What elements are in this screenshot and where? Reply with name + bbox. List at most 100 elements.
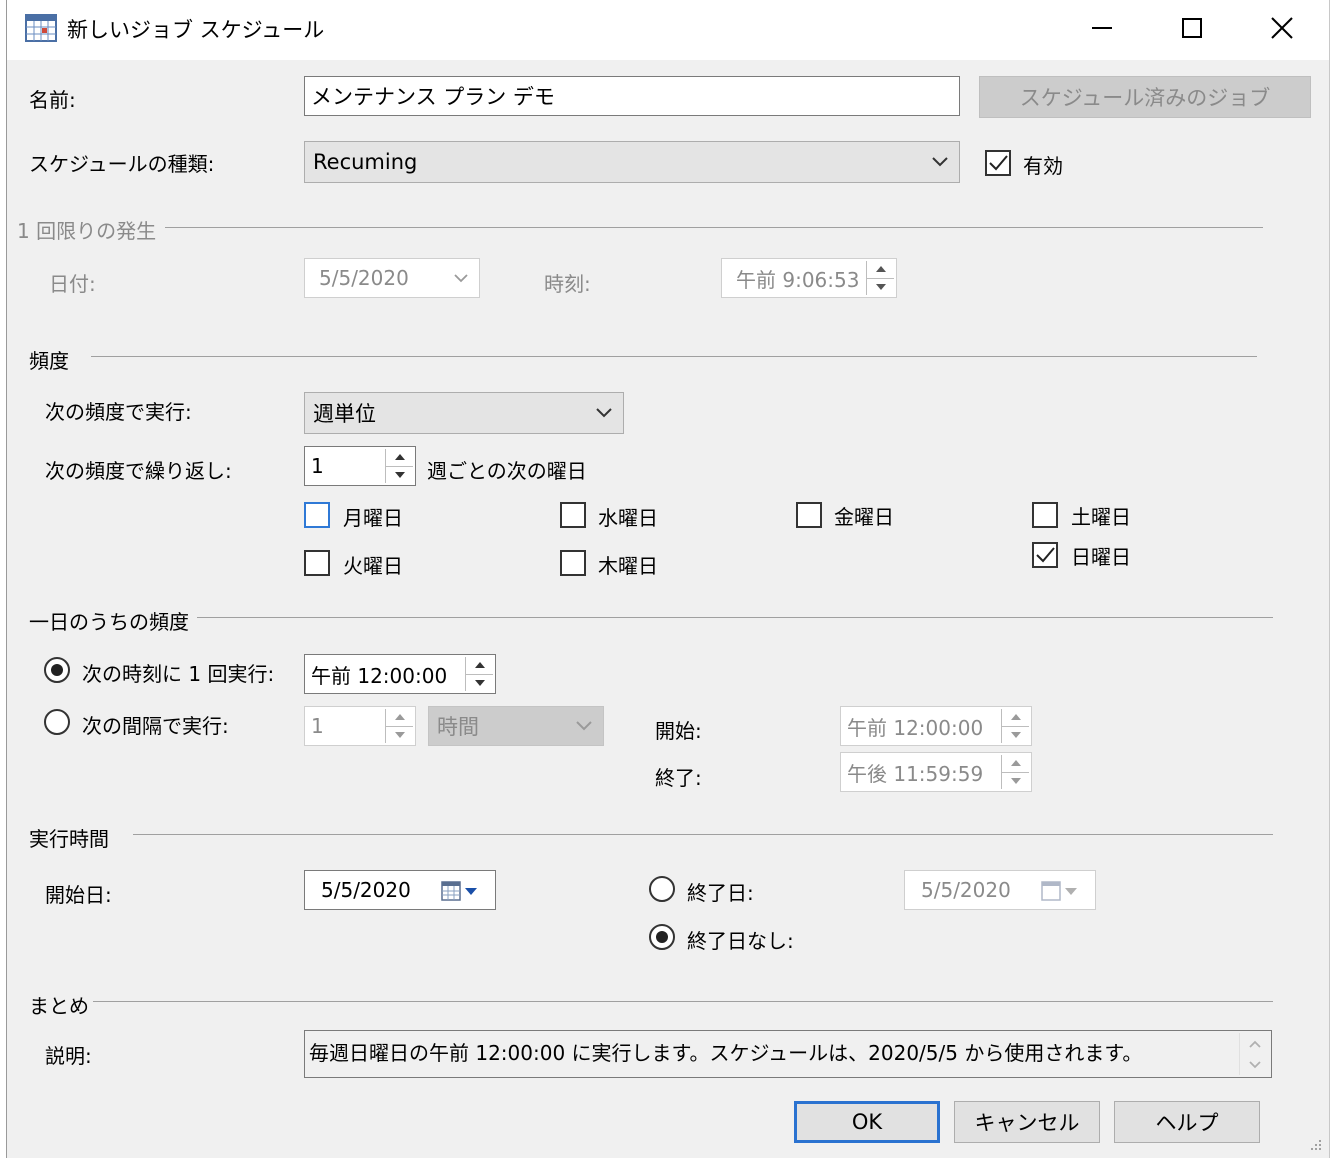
thursday-label: 木曜日 — [598, 554, 658, 578]
occurs-every-unit-value: 時間 — [437, 715, 479, 739]
daily-start-time-input[interactable]: 午前 12:00:00 — [840, 706, 1032, 746]
description-scrollbar[interactable] — [1239, 1033, 1269, 1075]
no-end-date-label: 終了日なし: — [687, 929, 794, 953]
help-button[interactable]: ヘルプ — [1114, 1101, 1260, 1143]
ok-button[interactable]: OK — [794, 1101, 940, 1143]
occurs-every-radio[interactable] — [44, 709, 70, 735]
start-date-picker[interactable]: 5/5/2020 — [304, 870, 496, 910]
time-spinner[interactable] — [465, 657, 493, 691]
end-date-value: 5/5/2020 — [921, 878, 1011, 902]
schedule-type-select[interactable]: Recuming — [304, 141, 960, 183]
sunday-checkbox[interactable] — [1032, 542, 1058, 568]
enabled-checkbox[interactable] — [985, 150, 1011, 176]
start-date-label: 開始日: — [45, 883, 112, 907]
close-button[interactable] — [1259, 8, 1305, 48]
saturday-label: 土曜日 — [1071, 505, 1131, 529]
chevron-down-icon — [932, 157, 948, 167]
checkmark-icon — [1036, 547, 1055, 563]
scroll-up-icon — [1248, 1040, 1261, 1048]
monday-checkbox[interactable] — [304, 502, 330, 528]
no-end-date-radio[interactable] — [649, 924, 675, 950]
recurs-label: 次の頻度で繰り返し: — [45, 459, 232, 483]
recurs-every-value: 1 — [311, 454, 324, 478]
scroll-down-icon — [1248, 1060, 1261, 1068]
minimize-icon — [1092, 27, 1112, 29]
daily-end-time-value: 午後 11:59:59 — [847, 761, 984, 786]
spin-up-icon — [394, 714, 405, 721]
saturday-checkbox[interactable] — [1032, 502, 1058, 528]
chevron-down-icon — [596, 408, 612, 418]
end-date-radio[interactable] — [649, 876, 675, 902]
wednesday-checkbox[interactable] — [560, 502, 586, 528]
description-value: 毎週日曜日の午前 12:00:00 に実行します。スケジュールは、2020/5/… — [309, 1041, 1143, 1065]
spin-down-icon — [394, 471, 405, 478]
interval-spinner[interactable] — [385, 709, 413, 743]
recurs-spinner[interactable] — [385, 449, 413, 483]
cancel-button[interactable]: キャンセル — [954, 1101, 1100, 1143]
occurs-every-unit-select[interactable]: 時間 — [428, 706, 604, 746]
recurs-every-input[interactable]: 1 — [304, 446, 416, 486]
spin-up-icon — [875, 266, 886, 273]
schedule-type-label: スケジュールの種類: — [29, 152, 215, 176]
daily-end-label: 終了: — [655, 766, 702, 790]
time-spinner[interactable] — [866, 261, 894, 295]
time-spinner[interactable] — [1001, 709, 1029, 743]
end-date-picker[interactable]: 5/5/2020 — [904, 870, 1096, 910]
close-icon — [1271, 17, 1293, 39]
occurs-once-time-value: 午前 12:00:00 — [311, 663, 448, 688]
daily-group-title: 一日のうちの頻度 — [29, 610, 189, 634]
name-input[interactable]: メンテナンス プラン デモ — [304, 76, 960, 116]
one-time-time-input[interactable]: 午前 9:06:53 — [721, 258, 897, 298]
one-time-time-label: 時刻: — [544, 272, 591, 296]
duration-group-title: 実行時間 — [29, 827, 109, 851]
sunday-label: 日曜日 — [1071, 545, 1131, 569]
occurs-label: 次の頻度で実行: — [45, 400, 192, 424]
tuesday-checkbox[interactable] — [304, 550, 330, 576]
window-title: 新しいジョブ スケジュール — [67, 18, 325, 42]
one-time-date-picker[interactable]: 5/5/2020 — [304, 258, 480, 298]
daily-start-time-value: 午前 12:00:00 — [847, 715, 984, 740]
occurs-once-radio[interactable] — [44, 657, 70, 683]
recurs-suffix-label: 週ごとの次の曜日 — [427, 459, 587, 483]
friday-label: 金曜日 — [834, 505, 894, 529]
wednesday-label: 水曜日 — [598, 506, 658, 530]
scheduled-jobs-button[interactable]: スケジュール済みのジョブ — [979, 76, 1311, 118]
maximize-icon — [1182, 18, 1202, 38]
friday-checkbox[interactable] — [796, 502, 822, 528]
calendar-dropdown-icon — [1041, 881, 1077, 901]
description-label: 説明: — [45, 1044, 92, 1068]
one-time-date-label: 日付: — [49, 272, 96, 296]
occurs-every-label: 次の間隔で実行: — [82, 714, 229, 738]
daily-end-time-input[interactable]: 午後 11:59:59 — [840, 752, 1032, 792]
occurs-once-time-input[interactable]: 午前 12:00:00 — [304, 654, 496, 694]
summary-group-title: まとめ — [29, 994, 89, 1018]
one-time-time-value: 午前 9:06:53 — [736, 267, 860, 292]
start-date-value: 5/5/2020 — [321, 878, 411, 902]
chevron-down-icon — [576, 721, 592, 731]
calendar-icon — [25, 14, 57, 42]
spin-down-icon — [474, 679, 485, 686]
spin-up-icon — [474, 662, 485, 669]
group-divider — [133, 834, 1273, 835]
occurs-every-value: 1 — [311, 714, 324, 738]
maximize-button[interactable] — [1169, 8, 1215, 48]
calendar-dropdown-icon — [441, 881, 477, 901]
group-divider — [165, 227, 1263, 228]
frequency-group-title: 頻度 — [29, 349, 69, 373]
spin-down-icon — [1010, 731, 1021, 738]
thursday-checkbox[interactable] — [560, 550, 586, 576]
occurs-every-input[interactable]: 1 — [304, 706, 416, 746]
monday-label: 月曜日 — [343, 506, 403, 530]
tuesday-label: 火曜日 — [343, 554, 403, 578]
job-schedule-dialog: 新しいジョブ スケジュール 名前: メンテナンス プラン デモ スケジュール済み… — [6, 0, 1330, 1158]
minimize-button[interactable] — [1079, 8, 1125, 48]
spin-down-icon — [1010, 777, 1021, 784]
resize-grip-icon[interactable] — [1307, 1136, 1323, 1152]
spin-up-icon — [1010, 714, 1021, 721]
occurs-once-label: 次の時刻に 1 回実行: — [82, 662, 275, 686]
name-label: 名前: — [29, 88, 76, 112]
occurs-select[interactable]: 週単位 — [304, 392, 624, 434]
occurs-value: 週単位 — [313, 402, 376, 426]
time-spinner[interactable] — [1001, 755, 1029, 789]
group-divider — [197, 617, 1273, 618]
